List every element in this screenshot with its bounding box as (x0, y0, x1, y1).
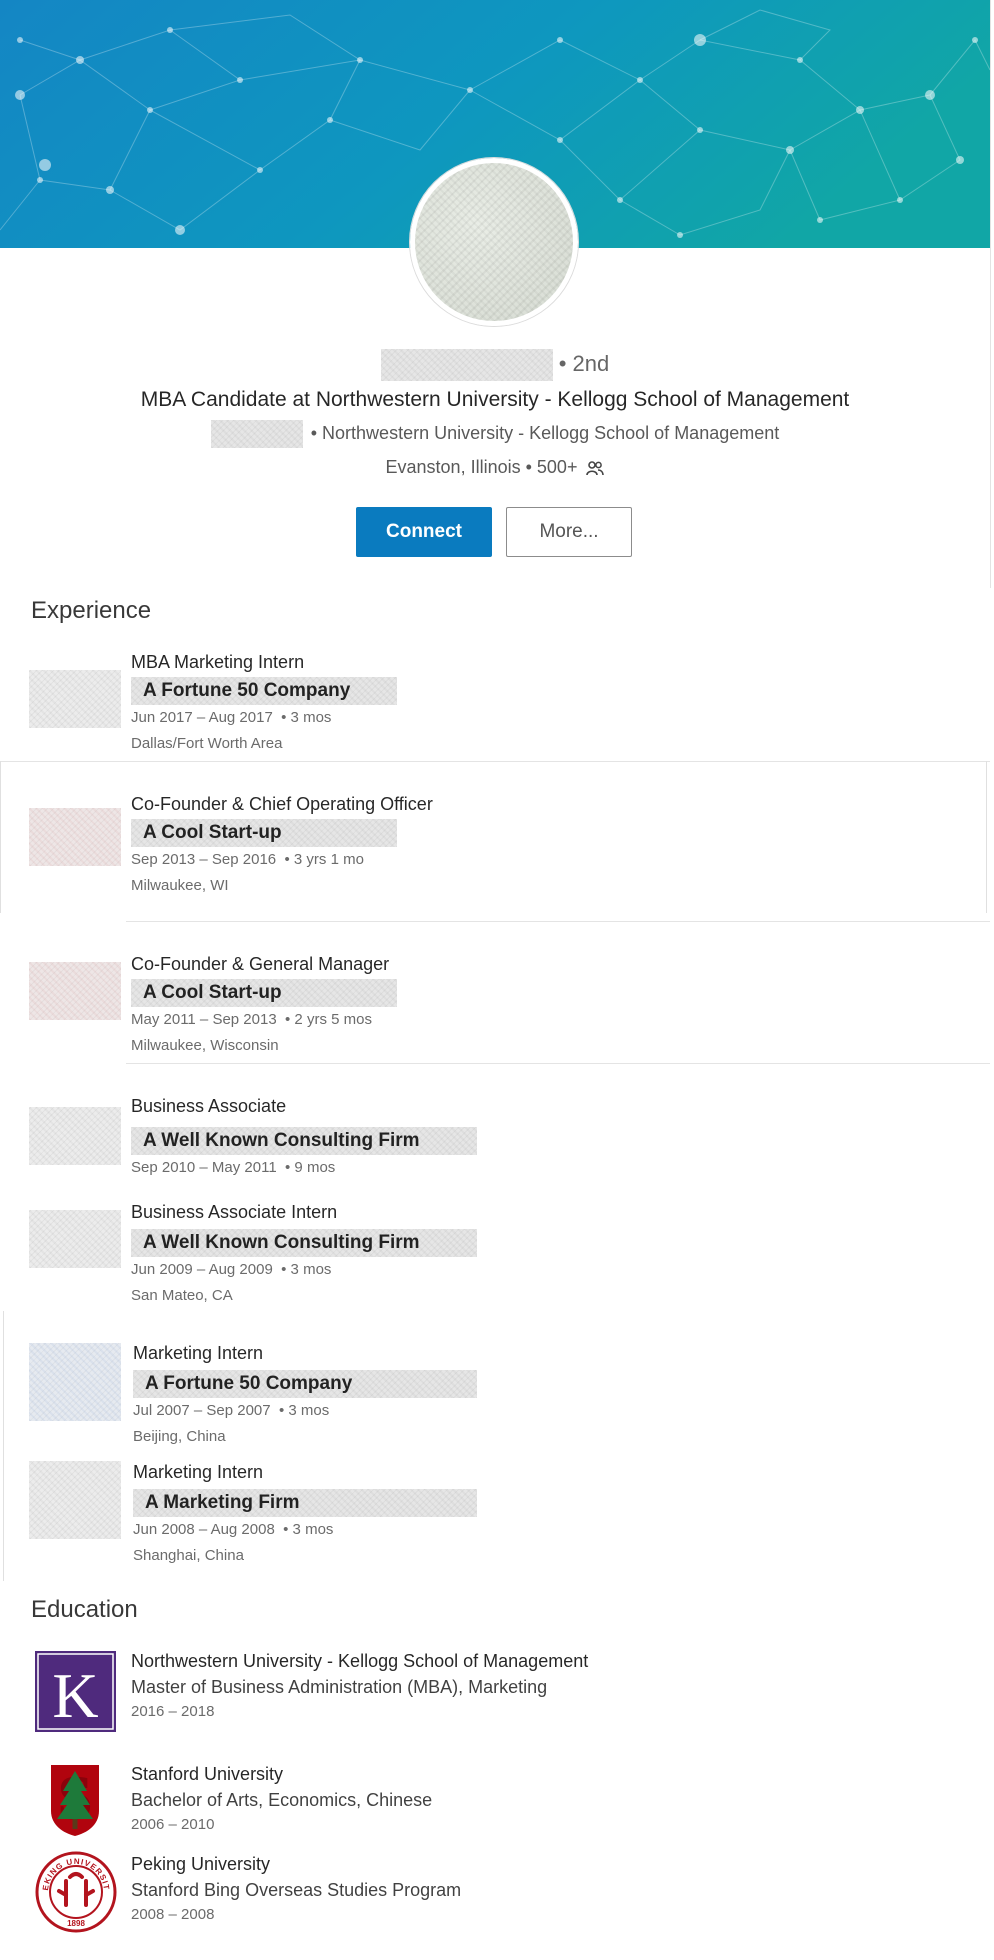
education-degree: Master of Business Administration (MBA),… (131, 1677, 548, 1697)
experience-dates: May 2011 – Sep 2013 • 2 yrs 5 mos (131, 1011, 372, 1028)
company-logo[interactable] (29, 1461, 121, 1539)
experience-company: A Cool Start-up (131, 979, 397, 1007)
experience-company: A Well Known Consulting Firm (131, 1229, 477, 1257)
experience-location: Beijing, China (133, 1428, 226, 1445)
education-dates: 2008 – 2008 (131, 1906, 215, 1923)
education-item[interactable]: Peking University Stanford Bing Overseas… (131, 1851, 461, 1927)
experience-title: Marketing Intern (133, 1343, 264, 1363)
experience-item[interactable]: Marketing Intern A Fortune 50 Company Ju… (133, 1340, 477, 1448)
avatar[interactable] (410, 158, 578, 326)
experience-company: A Well Known Consulting Firm (131, 1127, 477, 1155)
company-logo[interactable] (29, 962, 121, 1020)
experience-item[interactable]: MBA Marketing Intern A Fortune 50 Compan… (131, 649, 397, 755)
experience-company: A Fortune 50 Company (133, 1370, 477, 1398)
experience-item[interactable]: Co-Founder & General Manager A Cool Star… (131, 951, 397, 1057)
redacted-company (210, 420, 303, 449)
connection-degree: • 2nd (558, 351, 610, 376)
redacted-name (380, 349, 553, 382)
experience-location: Milwaukee, WI (131, 877, 229, 894)
experience-title: Business Associate Intern (131, 1202, 338, 1222)
divider (126, 1063, 990, 1064)
experience-title: Co-Founder & General Manager (131, 954, 390, 974)
company-logo[interactable] (29, 670, 121, 728)
location-text: Evanston, Illinois (385, 457, 521, 477)
experience-item[interactable]: Co-Founder & Chief Operating Officer A C… (131, 791, 433, 897)
stanford-logo[interactable]: S (47, 1761, 103, 1837)
experience-dates: Jun 2008 – Aug 2008 • 3 mos (133, 1521, 334, 1538)
svg-text:K: K (52, 1660, 98, 1731)
education-degree: Stanford Bing Overseas Studies Program (131, 1880, 462, 1900)
connect-button[interactable]: Connect (356, 507, 492, 557)
experience-item[interactable]: Marketing Intern A Marketing Firm Jun 20… (133, 1459, 477, 1567)
experience-company: A Fortune 50 Company (131, 677, 397, 705)
education-school: Northwestern University - Kellogg School… (131, 1651, 589, 1671)
experience-dates: Jun 2009 – Aug 2009 • 3 mos (131, 1261, 332, 1278)
divider (986, 761, 987, 913)
experience-dates: Sep 2010 – May 2011 • 9 mos (131, 1159, 336, 1176)
experience-title: MBA Marketing Intern (131, 652, 305, 672)
experience-location: Shanghai, China (133, 1547, 244, 1564)
education-section-title: Education (31, 1596, 138, 1623)
people-icon (586, 457, 605, 483)
company-logo[interactable] (29, 1343, 121, 1421)
profile-headline: MBA Candidate at Northwestern University… (140, 388, 850, 411)
education-school: Peking University (131, 1854, 271, 1874)
svg-text:1898: 1898 (67, 1919, 85, 1928)
experience-dates: Jun 2017 – Aug 2017 • 3 mos (131, 709, 332, 726)
kellogg-logo[interactable]: K (35, 1651, 116, 1732)
experience-dates: Sep 2013 – Sep 2016 • 3 yrs 1 mo (131, 851, 364, 868)
company-logo[interactable] (29, 808, 121, 866)
experience-company: A Marketing Firm (133, 1489, 477, 1517)
divider (0, 761, 990, 762)
profile-top-card: • 2nd MBA Candidate at Northwestern Univ… (0, 0, 991, 588)
school-text[interactable]: • Northwestern University - Kellogg Scho… (311, 423, 780, 443)
education-dates: 2016 – 2018 (131, 1703, 215, 1720)
education-dates: 2006 – 2010 (131, 1816, 215, 1833)
education-item[interactable]: Northwestern University - Kellogg School… (131, 1648, 588, 1724)
divider (0, 761, 1, 913)
divider (126, 921, 990, 922)
divider (3, 1311, 4, 1581)
company-logo[interactable] (29, 1107, 121, 1165)
experience-item[interactable]: Business Associate A Well Known Consulti… (131, 1093, 477, 1179)
experience-title: Business Associate (131, 1096, 287, 1116)
experience-title: Marketing Intern (133, 1462, 264, 1482)
current-company-line: • Northwestern University - Kellogg Scho… (0, 420, 990, 449)
education-school: Stanford University (131, 1764, 284, 1784)
more-button[interactable]: More... (506, 507, 632, 557)
education-item[interactable]: Stanford University Bachelor of Arts, Ec… (131, 1761, 432, 1837)
experience-company: A Cool Start-up (131, 819, 433, 847)
experience-section-title: Experience (31, 597, 152, 624)
company-logo[interactable] (29, 1210, 121, 1268)
experience-location: Milwaukee, Wisconsin (131, 1037, 279, 1054)
experience-location: San Mateo, CA (131, 1287, 233, 1304)
location-line: Evanston, Illinois • 500+ (0, 454, 990, 483)
experience-item[interactable]: Business Associate Intern A Well Known C… (131, 1199, 477, 1307)
profile-page: • 2nd MBA Candidate at Northwestern Univ… (0, 0, 994, 1960)
peking-university-logo[interactable]: PEKING UNIVERSITY 1898 (32, 1844, 117, 1933)
experience-dates: Jul 2007 – Sep 2007 • 3 mos (133, 1402, 330, 1419)
experience-location: Dallas/Fort Worth Area (131, 735, 283, 752)
connections-count[interactable]: • 500+ (526, 457, 578, 477)
name-line: • 2nd (0, 348, 990, 382)
education-degree: Bachelor of Arts, Economics, Chinese (131, 1790, 433, 1810)
experience-title: Co-Founder & Chief Operating Officer (131, 794, 433, 814)
